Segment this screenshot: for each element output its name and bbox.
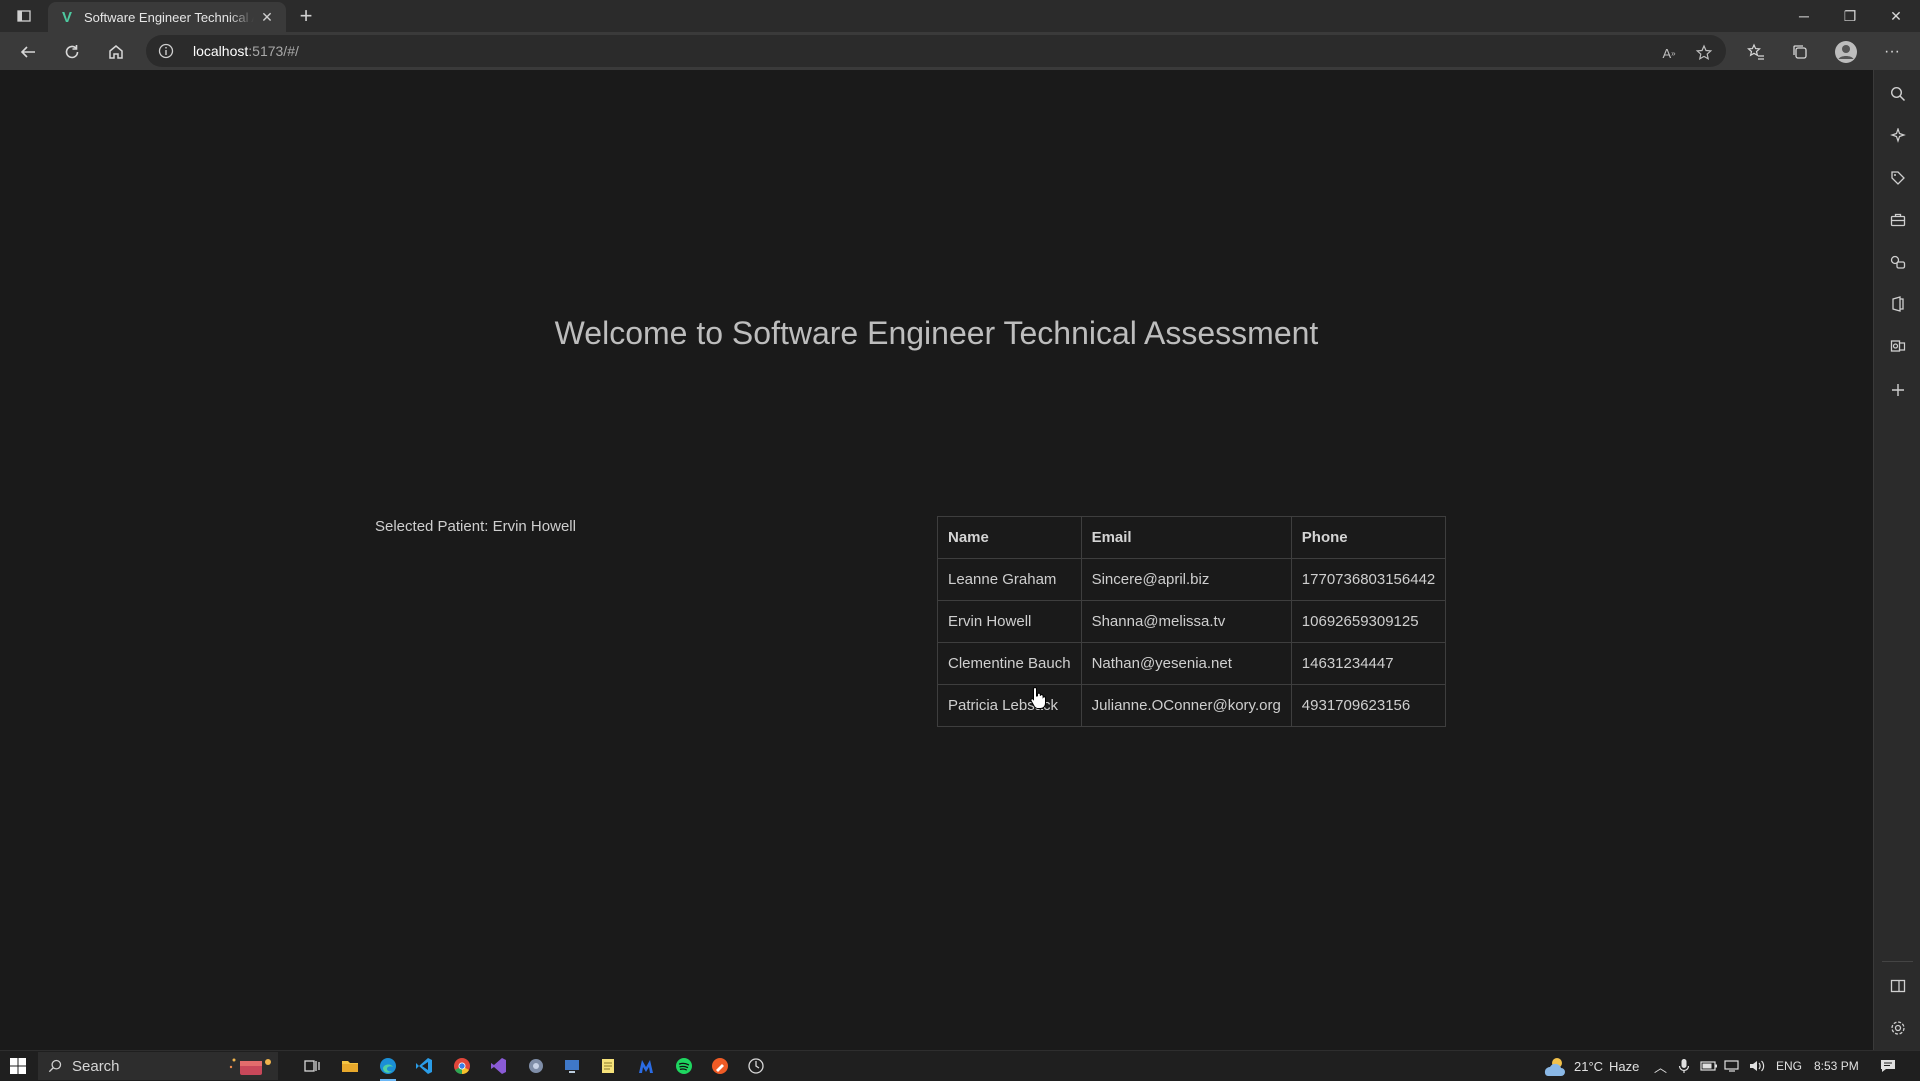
- windows-taskbar: Search 21°C Haze ︿ ENG 8:53 PM: [0, 1050, 1920, 1081]
- table-row[interactable]: Ervin Howell Shanna@melissa.tv 106926593…: [937, 600, 1447, 643]
- split-screen-icon[interactable]: [1886, 974, 1910, 998]
- browser-tab[interactable]: V Software Engineer Technical Assessment…: [48, 2, 286, 32]
- edge-browser-icon[interactable]: [374, 1054, 402, 1081]
- task-view-icon[interactable]: [298, 1054, 326, 1078]
- url-host: localhost: [193, 43, 249, 59]
- close-window-button[interactable]: ✕: [1874, 0, 1918, 32]
- weather-temperature: 21°C: [1574, 1058, 1604, 1074]
- new-tab-button[interactable]: +: [294, 4, 318, 28]
- collections-icon[interactable]: [1784, 36, 1816, 68]
- more-menu-icon[interactable]: ···: [1876, 36, 1908, 68]
- column-header-phone: Phone: [1290, 516, 1447, 559]
- taskbar-search-box[interactable]: Search: [38, 1052, 278, 1080]
- favorites-icon[interactable]: [1740, 36, 1772, 68]
- copilot-sparkle-icon[interactable]: [1886, 124, 1910, 148]
- site-info-icon[interactable]: [158, 43, 174, 59]
- system-clock[interactable]: 8:53 PM: [1814, 1051, 1859, 1081]
- cell-name[interactable]: Ervin Howell: [937, 600, 1082, 643]
- table-row[interactable]: Clementine Bauch Nathan@yesenia.net 1463…: [937, 642, 1447, 685]
- selected-patient-value: Ervin Howell: [492, 518, 576, 535]
- browser-tab-bar: V Software Engineer Technical Assessment…: [0, 0, 1920, 32]
- windows-start-icon[interactable]: [0, 1051, 36, 1081]
- refresh-button[interactable]: [56, 36, 88, 68]
- taskbar-search-icon: [48, 1059, 62, 1073]
- back-button[interactable]: [12, 36, 44, 68]
- restore-button[interactable]: ❐: [1828, 0, 1872, 32]
- home-button[interactable]: [100, 36, 132, 68]
- table-row[interactable]: Leanne Graham Sincere@april.biz 17707368…: [937, 558, 1447, 601]
- patients-table: Name Email Phone Leanne Graham Sincere@a…: [937, 516, 1447, 727]
- url-path: :5173/#/: [248, 43, 299, 59]
- close-tab-icon[interactable]: ✕: [258, 8, 276, 26]
- add-sidebar-app-icon[interactable]: [1886, 378, 1910, 402]
- cell-email[interactable]: Shanna@melissa.tv: [1080, 600, 1292, 643]
- visual-studio-icon[interactable]: [484, 1054, 512, 1078]
- file-explorer-icon[interactable]: [336, 1054, 364, 1078]
- cell-phone[interactable]: 1770736803156442: [1290, 558, 1447, 601]
- clock-app-icon[interactable]: [742, 1054, 770, 1078]
- app-cluster-icon[interactable]: [522, 1054, 550, 1078]
- page-viewport: Welcome to Software Engineer Technical A…: [0, 70, 1873, 1050]
- vite-favicon-icon: V: [61, 8, 72, 26]
- outlook-icon[interactable]: [1886, 334, 1910, 358]
- selected-patient: Selected Patient: Ervin Howell: [375, 518, 576, 535]
- table-row[interactable]: Patricia Lebsack Julianne.OConner@kory.o…: [937, 684, 1447, 727]
- add-favorite-icon[interactable]: [1692, 41, 1716, 65]
- hand-pointer-cursor-icon: [1030, 686, 1046, 709]
- column-header-email: Email: [1080, 516, 1292, 559]
- cell-phone[interactable]: 4931709623156: [1290, 684, 1447, 727]
- chrome-icon[interactable]: [448, 1054, 476, 1078]
- url-text[interactable]: localhost:5173/#/: [193, 43, 299, 59]
- address-toolbar: localhost:5173/#/ A» ···: [0, 32, 1920, 70]
- cell-phone[interactable]: 14631234447: [1290, 642, 1447, 685]
- remote-desktop-icon[interactable]: [558, 1054, 586, 1078]
- sidebar-settings-gear-icon[interactable]: [1886, 1016, 1910, 1040]
- office-icon[interactable]: [1886, 292, 1910, 316]
- battery-meter-icon[interactable]: [1700, 1051, 1718, 1081]
- cell-phone[interactable]: 10692659309125: [1290, 600, 1447, 643]
- edge-sidebar: [1873, 70, 1920, 1050]
- read-aloud-icon[interactable]: A»: [1657, 41, 1681, 65]
- notepad-icon[interactable]: [594, 1054, 622, 1078]
- tools-briefcase-icon[interactable]: [1886, 208, 1910, 232]
- cell-email[interactable]: Sincere@april.biz: [1080, 558, 1292, 601]
- network-icon[interactable]: [1724, 1051, 1742, 1081]
- weather-widget[interactable]: 21°C Haze: [1542, 1051, 1639, 1081]
- games-icon[interactable]: [1886, 250, 1910, 274]
- shopping-tag-icon[interactable]: [1886, 166, 1910, 190]
- input-language[interactable]: ENG: [1776, 1051, 1802, 1081]
- spotify-icon[interactable]: [670, 1054, 698, 1078]
- cell-name[interactable]: Clementine Bauch: [937, 642, 1082, 685]
- microphone-icon[interactable]: [1678, 1051, 1690, 1081]
- sidebar-divider: [1882, 961, 1913, 962]
- table-header-row: Name Email Phone: [937, 516, 1447, 559]
- cell-name[interactable]: Patricia Lebsack: [937, 684, 1082, 727]
- search-highlight-calendar-icon: [229, 1058, 271, 1075]
- page-title: Welcome to Software Engineer Technical A…: [554, 315, 1319, 351]
- profile-avatar-icon[interactable]: [1830, 36, 1862, 68]
- minimize-button[interactable]: ─: [1782, 0, 1826, 32]
- weather-description: Haze: [1609, 1058, 1640, 1074]
- weather-haze-icon: [1544, 1058, 1565, 1076]
- cell-name[interactable]: Leanne Graham: [937, 558, 1082, 601]
- postman-icon[interactable]: [706, 1054, 734, 1078]
- malwarebytes-icon[interactable]: [632, 1054, 660, 1078]
- notification-center-icon[interactable]: [1880, 1051, 1896, 1081]
- search-icon[interactable]: [1886, 82, 1910, 106]
- tray-chevron-up-icon[interactable]: ︿: [1654, 1051, 1667, 1081]
- cell-email[interactable]: Julianne.OConner@kory.org: [1080, 684, 1292, 727]
- cell-email[interactable]: Nathan@yesenia.net: [1080, 642, 1292, 685]
- tab-actions-icon[interactable]: [10, 0, 38, 32]
- selected-patient-label: Selected Patient:: [375, 518, 489, 535]
- column-header-name: Name: [937, 516, 1082, 559]
- taskbar-search-placeholder: Search: [72, 1057, 120, 1075]
- volume-icon[interactable]: [1748, 1051, 1766, 1081]
- address-bar[interactable]: localhost:5173/#/ A»: [146, 35, 1726, 67]
- vscode-icon[interactable]: [410, 1054, 438, 1078]
- tab-title: Software Engineer Technical Assessment: [84, 9, 254, 25]
